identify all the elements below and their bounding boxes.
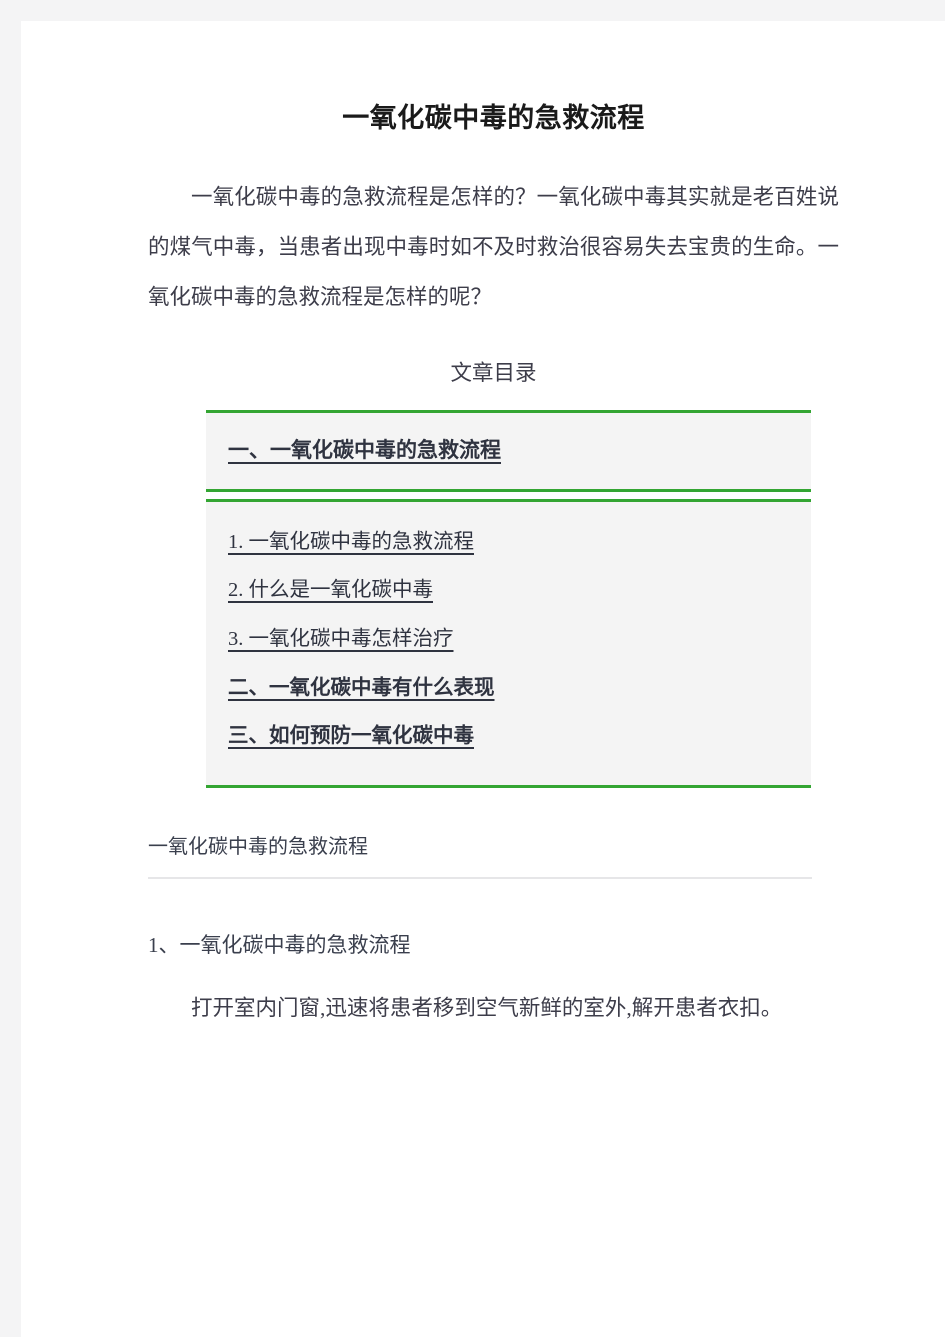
intro-paragraph: 一氧化碳中毒的急救流程是怎样的？一氧化碳中毒其实就是老百姓说的煤气中毒，当患者出… bbox=[148, 185, 839, 310]
list-item: 1. 一氧化碳中毒的急救流程 bbox=[228, 528, 789, 557]
page-title: 一氧化碳中毒的急救流程 bbox=[342, 103, 645, 133]
toc-list: 1. 一氧化碳中毒的急救流程 2. 什么是一氧化碳中毒 3. 一氧化碳中毒怎样治… bbox=[228, 528, 789, 751]
toc-primary-box: 一、一氧化碳中毒的急救流程 bbox=[206, 410, 811, 492]
toc-label: 文章目录 bbox=[450, 361, 537, 386]
section-divider bbox=[148, 877, 812, 880]
page-sheet: 一氧化碳中毒的急救流程 一氧化碳中毒的急救流程是怎样的？一氧化碳中毒其实就是老百… bbox=[21, 21, 945, 1337]
document-content: 一氧化碳中毒的急救流程 一氧化碳中毒的急救流程是怎样的？一氧化碳中毒其实就是老百… bbox=[148, 101, 839, 1033]
toc-item-link-5[interactable]: 三、如何预防一氧化碳中毒 bbox=[228, 722, 474, 751]
section-paragraph: 打开室内门窗,迅速将患者移到空气新鲜的室外,解开患者衣扣。 bbox=[191, 995, 783, 1020]
toc-item-link-4[interactable]: 二、一氧化碳中毒有什么表现 bbox=[228, 674, 495, 703]
section-sub-heading: 1、一氧化碳中毒的急救流程 bbox=[148, 933, 411, 958]
toc-item-link-3[interactable]: 3. 一氧化碳中毒怎样治疗 bbox=[228, 625, 454, 654]
toc-item-link-2[interactable]: 2. 什么是一氧化碳中毒 bbox=[228, 576, 433, 605]
toc-primary-heading-link[interactable]: 一、一氧化碳中毒的急救流程 bbox=[228, 435, 501, 467]
list-item: 三、如何预防一氧化碳中毒 bbox=[228, 722, 789, 751]
list-item: 2. 什么是一氧化碳中毒 bbox=[228, 576, 789, 605]
toc-item-link-1[interactable]: 1. 一氧化碳中毒的急救流程 bbox=[228, 528, 474, 557]
list-item: 3. 一氧化碳中毒怎样治疗 bbox=[228, 625, 789, 654]
toc-list-box: 1. 一氧化碳中毒的急救流程 2. 什么是一氧化碳中毒 3. 一氧化碳中毒怎样治… bbox=[206, 498, 811, 789]
list-item: 二、一氧化碳中毒有什么表现 bbox=[228, 674, 789, 703]
section-heading: 一氧化碳中毒的急救流程 bbox=[148, 836, 368, 859]
